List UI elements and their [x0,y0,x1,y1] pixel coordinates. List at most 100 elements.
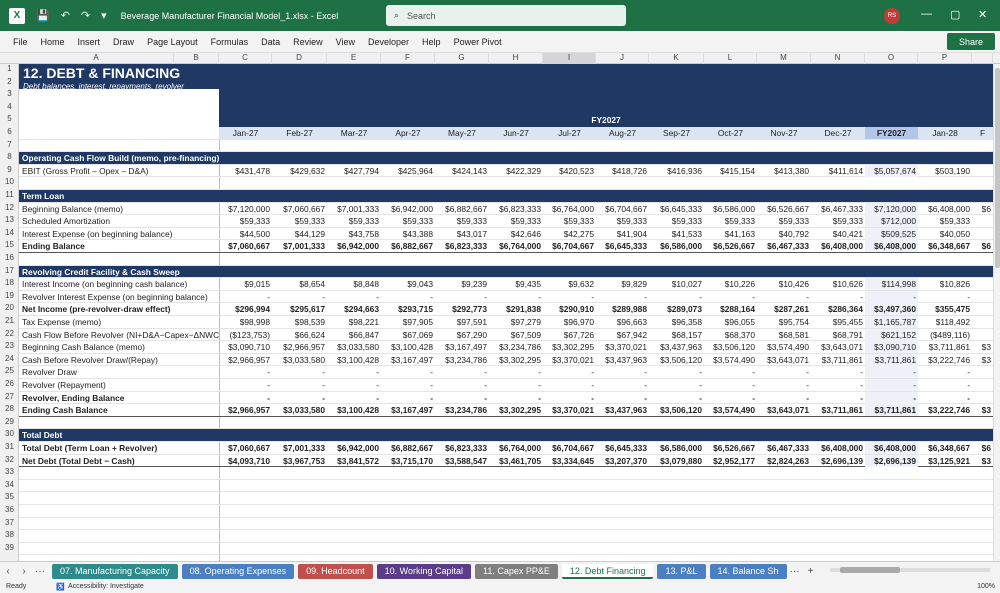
row-header[interactable]: 33 [0,467,19,476]
sheet-tab[interactable]: 14. Balance Sh [709,563,787,579]
value-cell[interactable]: $59,333 [596,215,649,227]
row-label[interactable]: Total Debt (Term Loan + Revolver) [22,442,219,454]
value-cell[interactable]: $114,998 [865,278,918,291]
value-cell[interactable]: $3,100,428 [327,404,381,416]
value-cell[interactable]: $3,079,880 [649,455,704,467]
value-cell[interactable]: $7,060,667 [219,442,272,454]
value-cell[interactable]: $7,060,667 [219,240,272,252]
tab-scroll-right-icon[interactable]: › [16,566,32,577]
value-cell[interactable]: $96,358 [649,316,704,328]
column-header[interactable]: B [174,53,219,64]
row-header[interactable]: 30 [0,429,19,438]
more-sheets-icon[interactable]: ··· [32,566,48,577]
value-cell[interactable]: - [918,291,972,303]
column-header[interactable]: N [811,53,865,64]
value-cell[interactable]: $67,290 [435,329,489,341]
value-cell[interactable]: $6,823,333 [489,203,543,215]
menu-home[interactable]: Home [41,37,65,47]
value-cell[interactable]: $3,370,021 [543,354,596,366]
value-cell[interactable]: $95,754 [757,316,811,328]
menu-view[interactable]: View [336,37,355,47]
value-cell[interactable] [972,379,993,391]
value-cell[interactable]: $6,823,333 [435,240,489,252]
value-cell[interactable]: $3,370,021 [596,341,649,353]
value-cell[interactable]: - [811,366,865,378]
row-label[interactable]: Net Debt (Total Debt − Cash) [22,455,219,467]
value-cell[interactable]: - [865,391,918,404]
value-cell[interactable]: - [596,392,649,404]
value-cell[interactable]: $6,467,333 [757,442,811,454]
page-title[interactable]: 12. DEBT & FINANCING [23,65,423,81]
value-cell[interactable]: $97,591 [435,316,489,328]
value-cell[interactable]: $3,033,580 [272,404,327,416]
column-header[interactable]: P [918,53,972,64]
value-cell[interactable]: $59,333 [435,215,489,227]
value-cell[interactable]: - [489,366,543,378]
value-cell[interactable]: - [757,379,811,391]
row-header[interactable]: 7 [0,140,19,149]
value-cell[interactable]: - [596,366,649,378]
value-cell[interactable]: $3,167,497 [381,354,435,366]
row-label[interactable]: Cash Before Revolver Draw/(Repay) [22,354,219,366]
value-cell[interactable]: $6,526,667 [704,240,757,252]
sheet-tab[interactable]: 11. Capex PP&E [475,563,558,579]
value-cell[interactable]: $41,904 [596,228,649,240]
value-cell[interactable]: $3,643,071 [811,341,865,353]
value-cell[interactable]: - [811,291,865,303]
value-cell[interactable] [972,165,993,177]
value-cell[interactable]: $6,882,667 [435,203,489,215]
value-cell[interactable]: $3,711,861 [811,354,865,366]
value-cell[interactable]: - [435,291,489,303]
value-cell[interactable]: $66,847 [327,329,381,341]
value-cell[interactable]: $431,478 [219,165,272,177]
value-cell[interactable]: $3,207,370 [596,455,649,467]
value-cell[interactable]: - [435,366,489,378]
value-cell[interactable]: $98,539 [272,316,327,328]
vertical-scroll-thumb[interactable] [995,68,1000,268]
value-cell[interactable]: ($489,116) [918,329,972,341]
row-header[interactable]: 5 [0,114,19,123]
row-label[interactable]: EBIT (Gross Profit – Opex – D&A) [22,165,219,177]
value-cell[interactable]: $287,261 [757,303,811,315]
value-cell[interactable]: $6,467,333 [811,203,865,215]
row-label[interactable]: Revolver, Ending Balance [22,392,219,404]
value-cell[interactable]: $2,952,177 [704,455,757,467]
value-cell[interactable]: - [272,379,327,391]
value-cell[interactable]: - [543,291,596,303]
value-cell[interactable] [972,392,993,404]
value-cell[interactable]: $6,704,667 [596,203,649,215]
menu-file[interactable]: File [13,37,28,47]
row-header[interactable]: 17 [0,266,19,275]
menu-draw[interactable]: Draw [113,37,134,47]
value-cell[interactable]: $3,370,021 [543,404,596,416]
value-cell[interactable]: $9,043 [381,278,435,290]
value-cell[interactable]: $416,936 [649,165,704,177]
row-label[interactable]: Revolver (Repayment) [22,379,219,391]
column-header[interactable]: H [489,53,543,64]
value-cell[interactable]: $41,163 [704,228,757,240]
value-cell[interactable]: $6,942,000 [327,240,381,252]
value-cell[interactable] [972,291,993,303]
value-cell[interactable]: - [865,290,918,303]
value-cell[interactable]: $5,057,674 [865,164,918,177]
value-cell[interactable]: $3,302,295 [489,354,543,366]
row-header[interactable]: 21 [0,316,19,325]
row-label[interactable]: Revolver Draw [22,366,219,378]
value-cell[interactable]: $3,437,963 [596,354,649,366]
column-header[interactable] [972,53,993,64]
value-cell[interactable]: $68,581 [757,329,811,341]
row-label[interactable]: Ending Cash Balance [22,404,219,416]
value-cell[interactable]: $6,823,333 [435,442,489,454]
section-header[interactable]: Term Loan [22,190,422,202]
menu-insert[interactable]: Insert [78,37,101,47]
value-cell[interactable]: $427,794 [327,165,381,177]
value-cell[interactable]: $44,500 [219,228,272,240]
month-header[interactable]: Jul-27 [543,127,596,139]
row-header[interactable]: 39 [0,543,19,552]
value-cell[interactable]: $3 [972,341,993,353]
value-cell[interactable]: $59,333 [757,215,811,227]
row-header[interactable]: 12 [0,203,19,212]
value-cell[interactable]: - [219,392,272,404]
value-cell[interactable]: $95,455 [811,316,865,328]
value-cell[interactable]: $43,388 [381,228,435,240]
